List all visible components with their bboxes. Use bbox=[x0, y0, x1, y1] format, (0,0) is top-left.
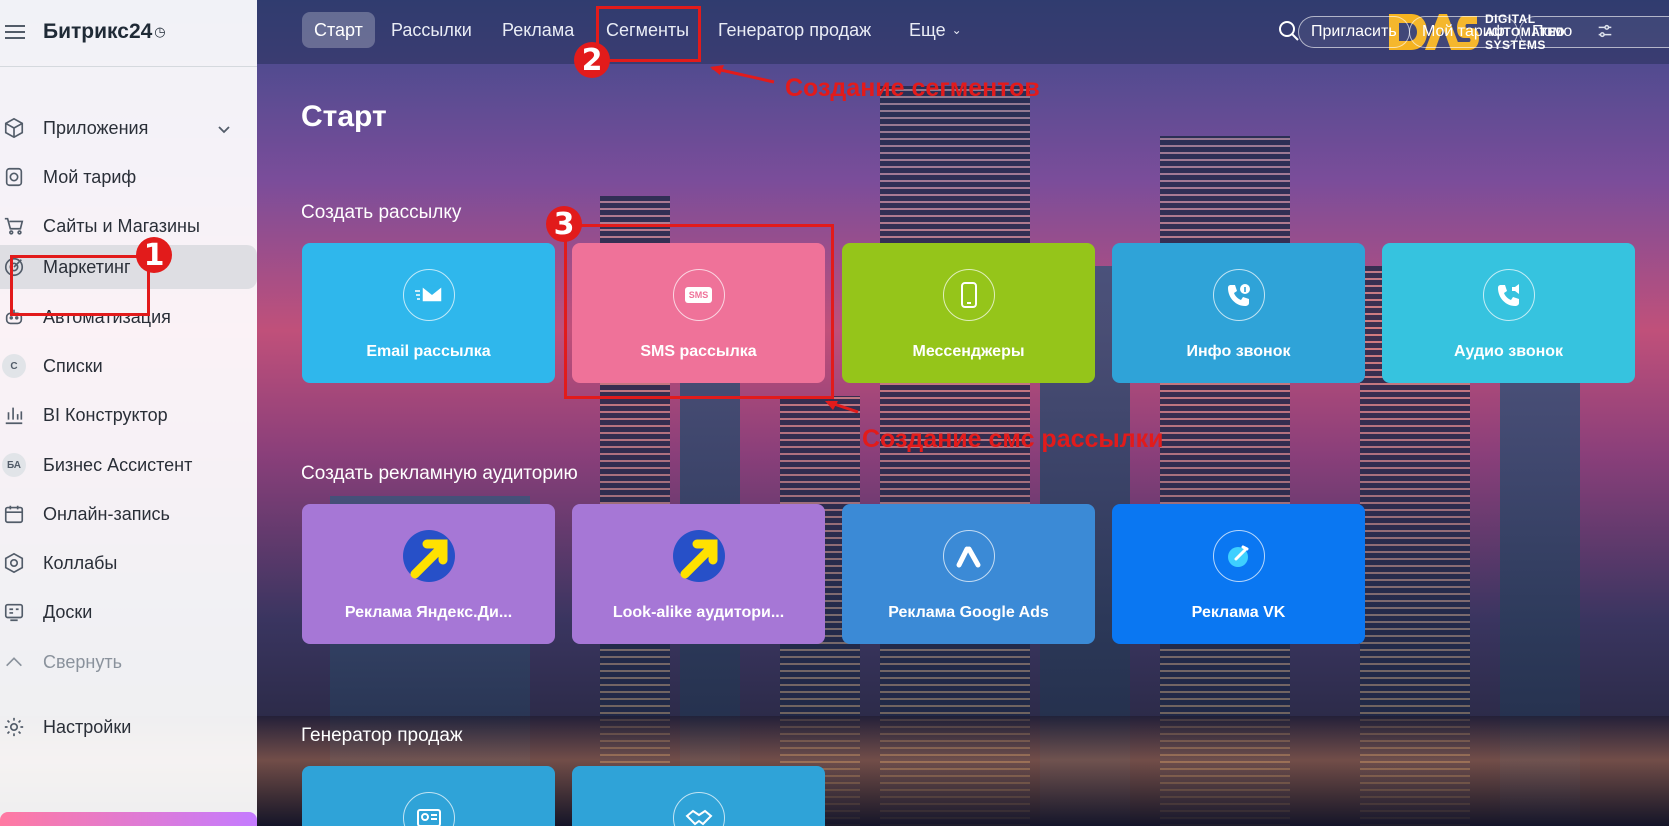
calendar-icon bbox=[1, 501, 27, 527]
my-tariff-button[interactable]: Мой тариф bbox=[1409, 16, 1518, 48]
tab-mailings[interactable]: Рассылки bbox=[379, 12, 484, 48]
sidebar-item-label: Бизнес Ассистент bbox=[43, 454, 193, 475]
sidebar-item-label: BI Конструктор bbox=[43, 404, 168, 425]
cube-icon bbox=[1, 115, 27, 141]
tile-label: Мессенджеры bbox=[912, 343, 1025, 360]
sidebar-item-booking[interactable]: Онлайн-запись bbox=[0, 492, 257, 536]
page-title: Старт bbox=[301, 100, 387, 133]
annotation-note-segments: Создание сегментов bbox=[785, 74, 1040, 102]
chevron-down-icon: ⌄ bbox=[951, 23, 962, 37]
section-title-sales-generator: Генератор продаж bbox=[301, 725, 463, 746]
sidebar-item-label: Списки bbox=[43, 355, 103, 376]
tariff-icon bbox=[1, 164, 27, 190]
tile-label: Email рассылка bbox=[366, 343, 491, 360]
yandex-arrow-icon bbox=[402, 530, 455, 582]
invite-button[interactable]: Пригласить bbox=[1298, 16, 1410, 48]
left-sidebar: Битрикс24 ◷ Приложения Мой тариф Сайты и… bbox=[0, 0, 257, 826]
tile-google-ads[interactable]: Реклама Google Ads bbox=[842, 504, 1095, 644]
tile-label: Look-alike аудитори... bbox=[612, 604, 785, 621]
email-icon bbox=[402, 269, 455, 321]
sidebar-item-sites[interactable]: Сайты и Магазины bbox=[0, 204, 257, 248]
gear-icon bbox=[1, 714, 27, 740]
sidebar-item-label: Коллабы bbox=[43, 552, 118, 573]
sidebar-item-settings[interactable]: Настройки bbox=[0, 705, 257, 749]
annotation-box-segments bbox=[596, 6, 701, 62]
annotation-arrow-segments bbox=[710, 65, 775, 84]
lists-icon: С bbox=[1, 353, 27, 379]
sidebar-item-label: Сайты и Магазины bbox=[43, 215, 200, 236]
menu-icon[interactable] bbox=[5, 21, 25, 43]
tile-label: Аудио звонок bbox=[1453, 343, 1564, 360]
tab-start[interactable]: Старт bbox=[302, 12, 375, 48]
tile-lookalike[interactable]: Look-alike аудитори... bbox=[572, 504, 825, 644]
sidebar-divider bbox=[0, 66, 257, 67]
tab-more[interactable]: Еще ⌄ bbox=[897, 12, 974, 48]
tile-label: Реклама Яндекс.Ди... bbox=[344, 604, 513, 621]
info-call-icon bbox=[1212, 269, 1265, 321]
sidebar-item-lists[interactable]: С Списки bbox=[0, 344, 257, 388]
tile-sales-generator-2[interactable] bbox=[572, 766, 825, 826]
chevron-up-icon bbox=[1, 649, 27, 675]
annotation-box-marketing bbox=[10, 255, 150, 316]
chevron-down-icon bbox=[217, 120, 231, 141]
help-button[interactable]: Помо bbox=[1519, 16, 1669, 48]
tile-vk-ads[interactable]: Реклама VK bbox=[1112, 504, 1365, 644]
sidebar-collapse[interactable]: Свернуть bbox=[0, 640, 257, 684]
sidebar-item-apps[interactable]: Приложения bbox=[0, 106, 257, 150]
tab-ads[interactable]: Реклама bbox=[490, 12, 586, 48]
section-title-mailing: Создать рассылку bbox=[301, 202, 462, 223]
audio-call-icon bbox=[1482, 269, 1535, 321]
annotation-box-sms bbox=[564, 224, 834, 399]
contact-card-icon bbox=[402, 792, 455, 826]
annotation-badge-1: 1 bbox=[136, 237, 172, 273]
tile-info-call[interactable]: Инфо звонок bbox=[1112, 243, 1365, 383]
assistant-icon: БА bbox=[1, 452, 27, 478]
sidebar-item-bi[interactable]: BI Конструктор bbox=[0, 393, 257, 437]
cart-icon bbox=[1, 213, 27, 239]
bar-chart-icon bbox=[1, 402, 27, 428]
sidebar-promo-strip[interactable] bbox=[0, 812, 257, 826]
tile-label: Реклама VK bbox=[1191, 604, 1286, 621]
sidebar-item-label: Свернуть bbox=[43, 651, 122, 672]
tile-audio-call[interactable]: Аудио звонок bbox=[1382, 243, 1635, 383]
sidebar-item-collabs[interactable]: Коллабы bbox=[0, 541, 257, 585]
google-ads-icon bbox=[942, 530, 995, 582]
tile-label: Реклама Google Ads bbox=[888, 604, 1049, 621]
brand-name[interactable]: Битрикс24 bbox=[43, 20, 152, 44]
sidebar-item-label: Настройки bbox=[43, 716, 132, 737]
sidebar-item-label: Онлайн-запись bbox=[43, 503, 170, 524]
phone-device-icon bbox=[942, 269, 995, 321]
tab-more-label: Еще bbox=[909, 19, 946, 40]
sidebar-item-label: Мой тариф bbox=[43, 166, 137, 187]
sidebar-item-tariff[interactable]: Мой тариф bbox=[0, 155, 257, 199]
tile-messengers[interactable]: Мессенджеры bbox=[842, 243, 1095, 383]
hexagon-icon bbox=[1, 550, 27, 576]
tab-sales-generator[interactable]: Генератор продаж bbox=[706, 12, 883, 48]
sidebar-item-assistant[interactable]: БА Бизнес Ассистент bbox=[0, 443, 257, 487]
search-icon[interactable] bbox=[1278, 20, 1300, 42]
sidebar-brand: Битрикс24 ◷ bbox=[0, 14, 166, 50]
tile-label: Инфо звонок bbox=[1186, 343, 1291, 360]
annotation-arrow-sms bbox=[825, 400, 859, 414]
tile-sales-generator-1[interactable] bbox=[302, 766, 555, 826]
vk-ads-icon bbox=[1212, 530, 1265, 582]
tile-email-mailing[interactable]: Email рассылка bbox=[302, 243, 555, 383]
sidebar-item-boards[interactable]: Доски bbox=[0, 590, 257, 634]
yandex-arrow-icon bbox=[672, 530, 725, 582]
section-title-audience: Создать рекламную аудиторию bbox=[301, 463, 578, 484]
handshake-icon bbox=[672, 792, 725, 826]
clock-icon: ◷ bbox=[154, 24, 166, 39]
board-icon bbox=[1, 599, 27, 625]
annotation-badge-3: 3 bbox=[546, 206, 582, 242]
sidebar-item-label: Доски bbox=[43, 601, 93, 622]
annotation-note-sms: Создание смс рассылки bbox=[862, 425, 1164, 453]
tile-yandex-ads[interactable]: Реклама Яндекс.Ди... bbox=[302, 504, 555, 644]
sidebar-item-label: Приложения bbox=[43, 117, 149, 138]
top-navigation-bar: Старт Рассылки Реклама Сегменты Генерато… bbox=[257, 0, 1669, 64]
annotation-badge-2: 2 bbox=[574, 42, 610, 78]
